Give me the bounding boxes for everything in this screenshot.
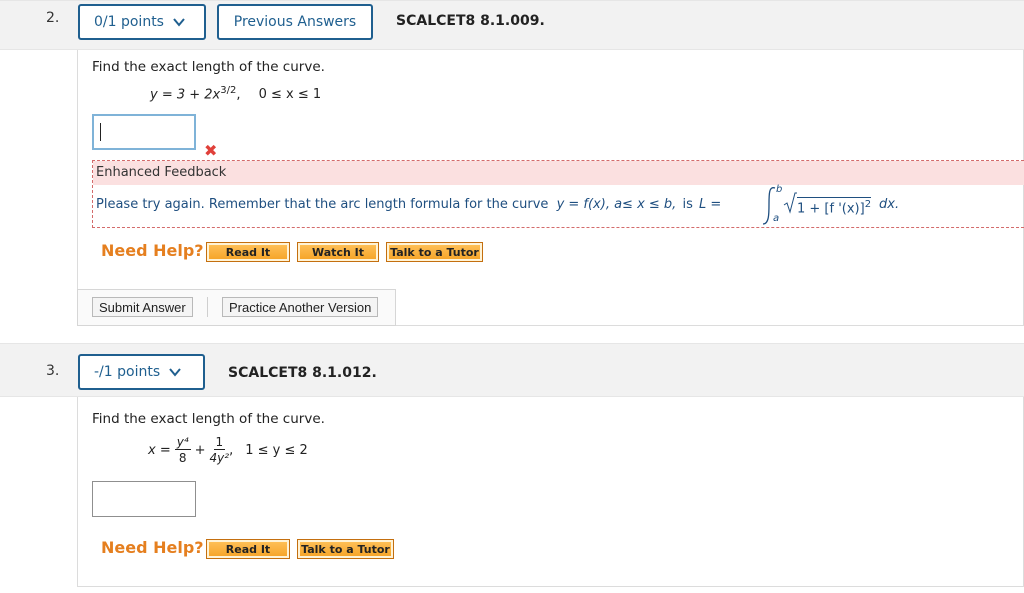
feedback-integrand: 1 + [f '(x)]2: [797, 197, 872, 217]
feedback-L: L =: [699, 197, 722, 212]
feedback-dx: dx.: [879, 197, 900, 212]
q2-number: 2.: [46, 10, 60, 26]
feedback-curve: y = f(x), a≤ x ≤ b,: [556, 197, 677, 212]
q3-eq-plus: +: [194, 442, 206, 458]
q3-fraction-2: 1 4y²: [210, 436, 230, 464]
q2-domain: 0 ≤ x ≤ 1: [258, 87, 322, 103]
feedback-is: is: [682, 197, 693, 212]
q3-eq-x: x =: [148, 442, 171, 458]
integral-upper: b: [776, 184, 783, 195]
q3-frac2-den: 4y²: [209, 451, 230, 465]
q3-equation: x = y⁴ 8 + 1 4y² , 1 ≤ y ≤ 2: [148, 436, 308, 464]
q2-read-it-button[interactable]: Read It: [206, 242, 290, 262]
q3-need-help-label: Need Help?: [101, 538, 204, 557]
text-caret: [100, 123, 101, 141]
q2-talk-to-tutor-button[interactable]: Talk to a Tutor: [386, 242, 483, 262]
practice-another-version-button[interactable]: Practice Another Version: [222, 297, 379, 317]
incorrect-icon: ✖: [204, 141, 218, 160]
action-separator: [207, 297, 208, 317]
q3-frac1-den: 8: [178, 451, 187, 465]
q2-equation-main: y = 3 + 2x: [150, 87, 221, 103]
q3-code: SCALCET8 8.1.012.: [228, 365, 377, 381]
q2-prompt: Find the exact length of the curve.: [92, 59, 325, 75]
feedback-text-main: Please try again. Remember that the arc …: [96, 197, 549, 212]
q2-equation-exponent: 3/2: [220, 85, 237, 96]
q2-answer-input[interactable]: [92, 114, 196, 150]
q3-frac1-num: y⁴: [174, 435, 191, 450]
integrand-exponent: 2: [864, 199, 872, 210]
chevron-down-icon: [169, 368, 181, 377]
q3-points-dropdown[interactable]: -/1 points: [78, 354, 205, 390]
q3-fraction-1: y⁴ 8: [174, 435, 191, 465]
q3-read-it-button[interactable]: Read It: [206, 539, 290, 559]
q2-watch-it-button[interactable]: Watch It: [297, 242, 379, 262]
feedback-text: Please try again. Remember that the arc …: [96, 197, 721, 212]
integral-lower: a: [773, 213, 780, 224]
q2-equation: y = 3 + 2x3/2, 0 ≤ x ≤ 1: [150, 85, 321, 102]
integrand-main: 1 + [f '(x)]: [797, 201, 865, 217]
q3-talk-to-tutor-button[interactable]: Talk to a Tutor: [297, 539, 394, 559]
q3-domain: 1 ≤ y ≤ 2: [245, 442, 308, 458]
q2-points-dropdown[interactable]: 0/1 points: [78, 4, 206, 40]
previous-answers-button[interactable]: Previous Answers: [217, 4, 373, 40]
q3-prompt: Find the exact length of the curve.: [92, 411, 325, 427]
q2-equation-sep: ,: [236, 87, 241, 103]
q3-answer-input[interactable]: [92, 481, 196, 517]
q3-frac2-num: 1: [213, 435, 226, 450]
q2-points-label: 0/1 points: [94, 14, 164, 30]
enhanced-feedback: Enhanced Feedback Please try again. Reme…: [92, 160, 1024, 228]
q3-eq-comma: ,: [229, 442, 234, 458]
q3-number: 3.: [46, 363, 60, 379]
q2-need-help-label: Need Help?: [101, 241, 204, 260]
chevron-down-icon: [173, 18, 185, 27]
previous-answers-label: Previous Answers: [233, 14, 357, 30]
submit-answer-button[interactable]: Submit Answer: [92, 297, 193, 317]
q3-points-label: -/1 points: [94, 364, 161, 380]
q2-code: SCALCET8 8.1.009.: [396, 13, 545, 29]
feedback-title: Enhanced Feedback: [93, 161, 1024, 185]
